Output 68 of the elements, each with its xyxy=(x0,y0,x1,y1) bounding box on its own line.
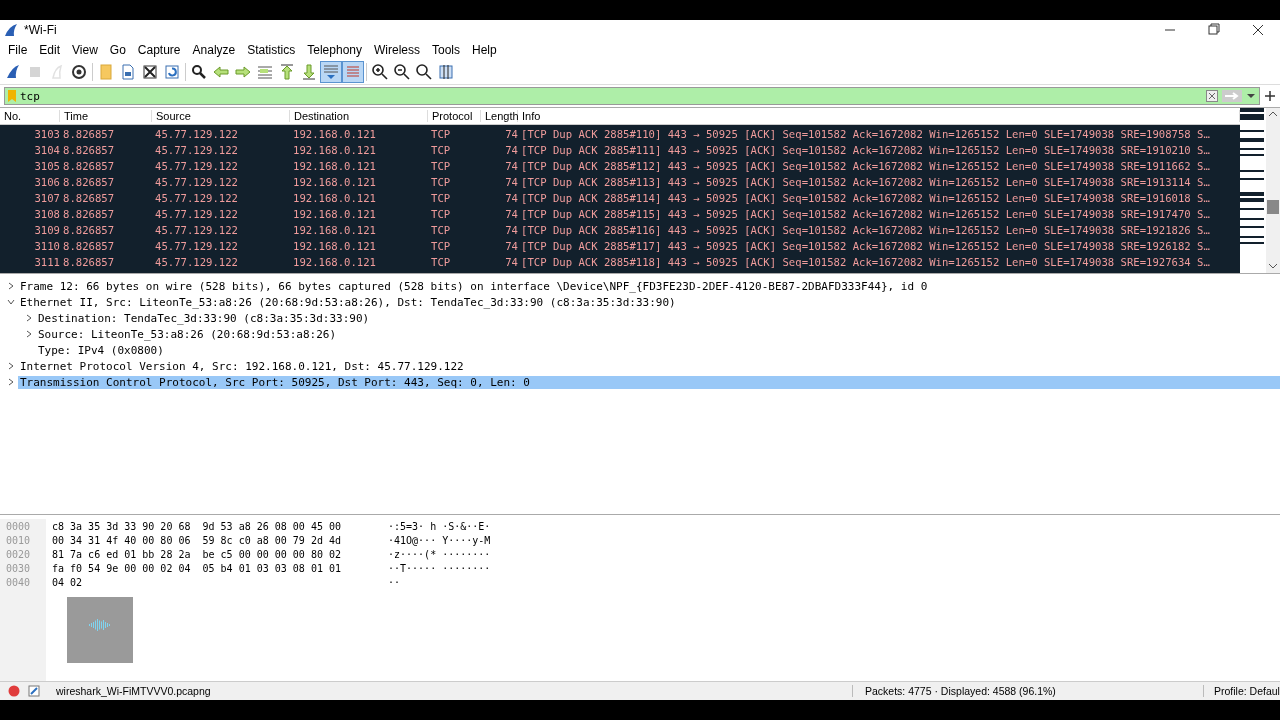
column-header[interactable]: Time xyxy=(60,110,152,122)
expand-chevron-icon[interactable] xyxy=(7,378,15,386)
expand-chevron-icon[interactable] xyxy=(25,330,33,338)
tree-item[interactable]: Destination: TendaTec_3d:33:90 (c8:3a:35:3d:33:90) xyxy=(36,311,372,325)
menu-item[interactable]: Wireless xyxy=(368,42,426,58)
tree-item[interactable]: Transmission Control Protocol, Src Port: 50925, Dst Port: 443, Seq: 0, Len: 0 xyxy=(18,375,1280,389)
profile-label[interactable]: Profile: Defaul xyxy=(1203,685,1280,697)
waveform-logo-icon xyxy=(67,597,133,663)
menu-item[interactable]: Go xyxy=(103,42,132,58)
window-title: *Wi-Fi xyxy=(24,23,58,37)
ascii-bytes: ·:5=3· h ·S·&··E· xyxy=(388,520,491,532)
column-header[interactable]: No. xyxy=(0,110,60,122)
display-filter-field[interactable]: tcp xyxy=(20,89,1202,103)
hex-bytes: 81 7a c6 ed 01 bb 28 2a be c5 00 00 00 00 80 02 xyxy=(52,548,342,560)
autoscroll-icon[interactable] xyxy=(320,61,342,83)
menu-item[interactable]: File xyxy=(2,42,34,58)
packet-row[interactable]: 3106 8.826857 45.77.129.122 192.168.0.121 TCP 74 [TCP Dup ACK 2885#113] 443 → 50925 [ACK] Seq=101582 Ack=1672082 Win=1265152 Len=0 SLE=1749038 SRE=1913114 S… xyxy=(0,174,1240,190)
byte-offset: 0000 xyxy=(6,519,32,533)
packet-row[interactable]: 3107 8.826857 45.77.129.122 192.168.0.121 TCP 74 [TCP Dup ACK 2885#114] 443 → 50925 [ACK] Seq=101582 Ack=1672082 Win=1265152 Len=0 SLE=1749038 SRE=1916018 S… xyxy=(0,190,1240,206)
record-icon[interactable] xyxy=(8,685,20,697)
tree-item[interactable]: Internet Protocol Version 4, Src: 192.168.0.121, Dst: 45.77.129.122 xyxy=(18,359,466,373)
shark-fin-icon xyxy=(4,23,18,37)
menu-item[interactable]: View xyxy=(66,42,104,58)
byte-offset: 0040 xyxy=(6,575,32,589)
packet-count: Packets: 4775 · Displayed: 4588 (96.1%) xyxy=(852,685,1195,697)
ascii-bytes: ·41O@··· Y····y-M xyxy=(388,534,491,546)
ascii-bytes: ··T····· ········ xyxy=(388,562,491,574)
ascii-bytes: ·z····(* ········ xyxy=(388,548,491,560)
packet-row[interactable]: 3105 8.826857 45.77.129.122 192.168.0.121 TCP 74 [TCP Dup ACK 2885#112] 443 → 50925 [ACK] Seq=101582 Ack=1672082 Win=1265152 Len=0 SLE=1749038 SRE=1911662 S… xyxy=(0,158,1240,174)
tree-item[interactable]: Frame 12: 66 bytes on wire (528 bits), 66 bytes captured (528 bits) on interface \Device\NPF_{FD3FE23D-2DEF-4120-BE87-2DBAFD333F44}, id 0 xyxy=(18,279,930,293)
column-header[interactable]: Length xyxy=(481,110,518,122)
capture-file-name: wireshark_Wi-FiMTVVV0.pcapng xyxy=(55,685,212,697)
tree-item[interactable]: Source: LiteonTe_53:a8:26 (20:68:9d:53:a8:26) xyxy=(36,327,338,341)
packet-row[interactable]: 3103 8.826857 45.77.129.122 192.168.0.121 TCP 74 [TCP Dup ACK 2885#110] 443 → 50925 [ACK] Seq=101582 Ack=1672082 Win=1265152 Len=0 SLE=1749038 SRE=1908758 S… xyxy=(0,126,1240,142)
hex-bytes: c8 3a 35 3d 33 90 20 68 9d 53 a8 26 08 00 45 00 xyxy=(52,520,342,532)
menu-item[interactable]: Statistics xyxy=(241,42,302,58)
packet-row[interactable]: 3104 8.826857 45.77.129.122 192.168.0.121 TCP 74 [TCP Dup ACK 2885#111] 443 → 50925 [ACK] Seq=101582 Ack=1672082 Win=1265152 Len=0 SLE=1749038 SRE=1910210 S… xyxy=(0,142,1240,158)
hex-bytes: 00 34 31 4f 40 00 80 06 59 8c c0 a8 00 79 2d 4d xyxy=(52,534,342,546)
menu-item[interactable]: Edit xyxy=(33,42,67,58)
edit-icon[interactable] xyxy=(28,685,40,697)
column-header[interactable]: Source xyxy=(152,110,290,122)
collapse-chevron-icon[interactable] xyxy=(7,298,15,306)
packet-row[interactable]: 3108 8.826857 45.77.129.122 192.168.0.121 TCP 74 [TCP Dup ACK 2885#115] 443 → 50925 [ACK] Seq=101582 Ack=1672082 Win=1265152 Len=0 SLE=1749038 SRE=1917470 S… xyxy=(0,206,1240,222)
ascii-bytes: ·· xyxy=(388,576,401,588)
byte-offset: 0010 xyxy=(6,533,32,547)
hex-bytes: 04 02 xyxy=(52,576,84,588)
expand-chevron-icon[interactable] xyxy=(25,314,33,322)
clear-icon[interactable] xyxy=(1206,90,1218,102)
column-header[interactable]: Destination xyxy=(290,110,428,122)
menu-item[interactable]: Tools xyxy=(426,42,466,58)
add-filter-icon[interactable] xyxy=(1264,90,1276,102)
expand-chevron-icon[interactable] xyxy=(7,282,15,290)
filter-bar[interactable]: tcp xyxy=(4,87,1260,105)
packet-row[interactable]: 3111 8.826857 45.77.129.122 192.168.0.121 TCP 74 [TCP Dup ACK 2885#118] 443 → 50925 [ACK] Seq=101582 Ack=1672082 Win=1265152 Len=0 SLE=1749038 SRE=1927634 S… xyxy=(0,254,1240,270)
menu-item[interactable]: Telephony xyxy=(301,42,368,58)
tree-item[interactable]: Ethernet II, Src: LiteonTe_53:a8:26 (20:68:9d:53:a8:26), Dst: TendaTec_3d:33:90 (c8:3a:35:3d:33:90) xyxy=(18,295,678,309)
menu-item[interactable]: Help xyxy=(466,42,503,58)
packet-row[interactable]: 3110 8.826857 45.77.129.122 192.168.0.121 TCP 74 [TCP Dup ACK 2885#117] 443 → 50925 [ACK] Seq=101582 Ack=1672082 Win=1265152 Len=0 SLE=1749038 SRE=1926182 S… xyxy=(0,238,1240,254)
menu-item[interactable]: Capture xyxy=(131,42,187,58)
menu-item[interactable]: Analyze xyxy=(186,42,242,58)
hex-bytes: fa f0 54 9e 00 00 02 04 05 b4 01 03 03 08 01 01 xyxy=(52,562,342,574)
byte-offset: 0030 xyxy=(6,561,32,575)
tree-item[interactable]: Type: IPv4 (0x0800) xyxy=(36,343,166,357)
expand-chevron-icon[interactable] xyxy=(7,362,15,370)
packet-row[interactable]: 3109 8.826857 45.77.129.122 192.168.0.121 TCP 74 [TCP Dup ACK 2885#116] 443 → 50925 [ACK] Seq=101582 Ack=1672082 Win=1265152 Len=0 SLE=1749038 SRE=1921826 S… xyxy=(0,222,1240,238)
colored-lines-icon[interactable] xyxy=(342,61,364,83)
byte-offset: 0020 xyxy=(6,547,32,561)
column-header[interactable]: Protocol xyxy=(428,110,481,122)
